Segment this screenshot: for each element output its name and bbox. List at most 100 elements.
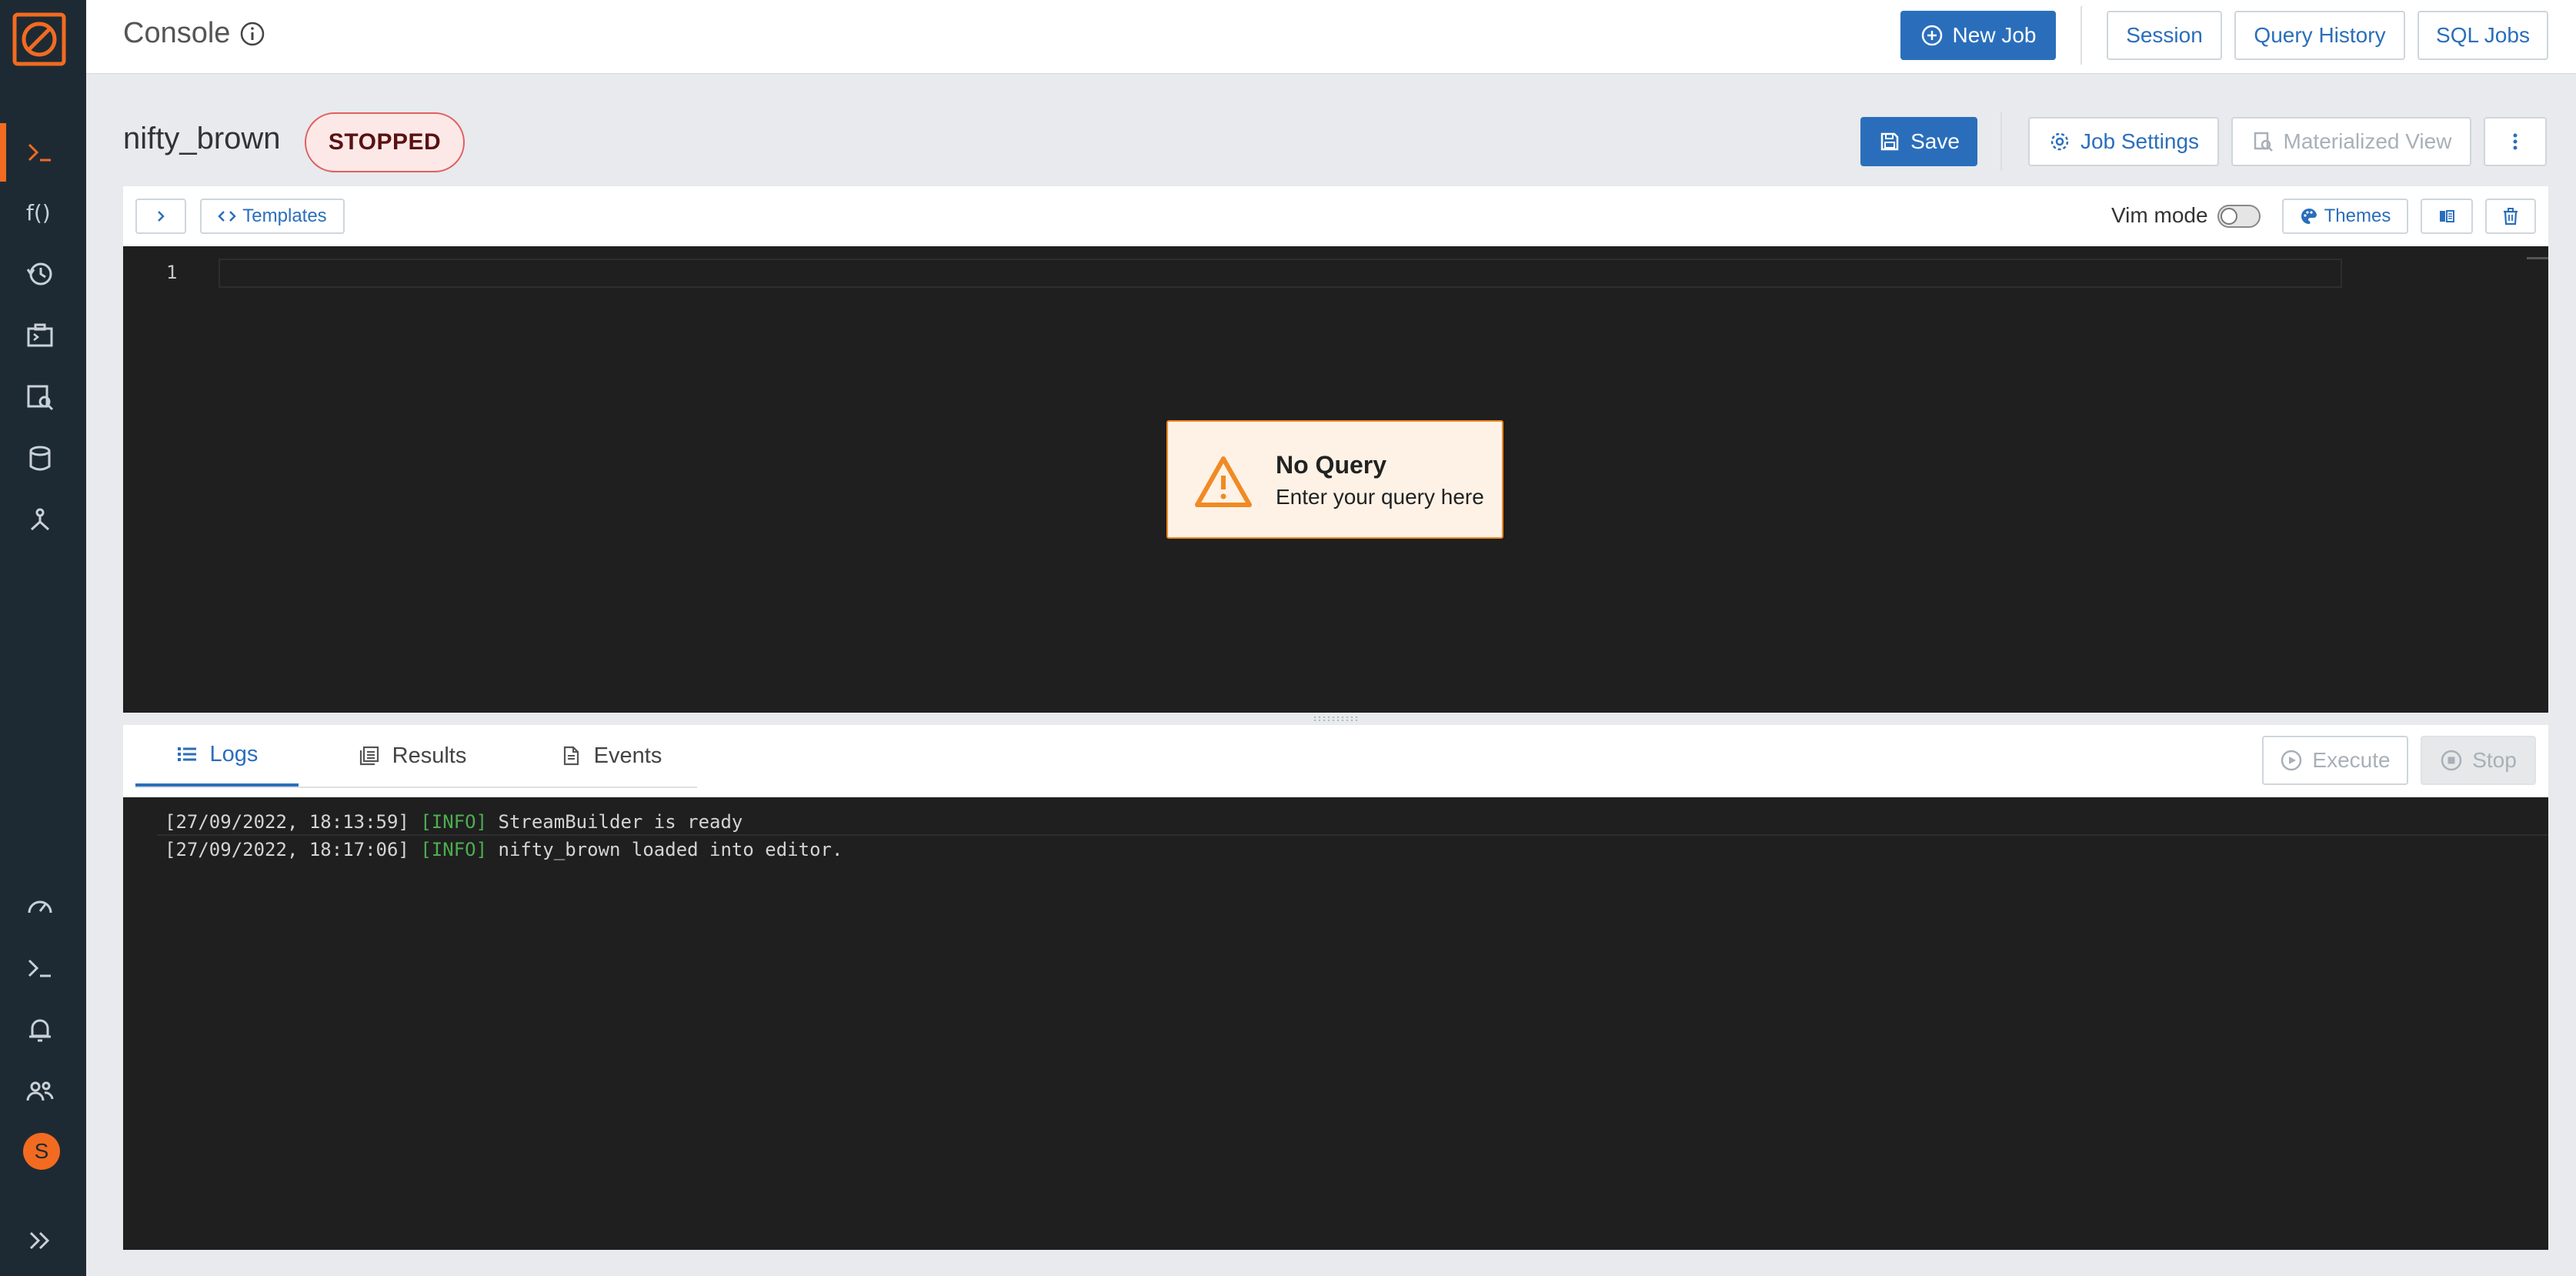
log-line: [27/09/2022, 18:13:59] [INFO] StreamBuil…: [165, 811, 742, 833]
sidebar-item-users[interactable]: [20, 1071, 60, 1111]
expand-icon: [29, 1231, 50, 1250]
log-level: [INFO]: [420, 839, 488, 860]
log-time: [27/09/2022, 18:13:59]: [165, 811, 409, 833]
gear-icon: [2050, 132, 2069, 151]
tab-logs[interactable]: Logs: [135, 725, 299, 787]
materialized-view-button[interactable]: Materialized View: [2231, 117, 2471, 166]
log-message: StreamBuilder is ready: [498, 811, 743, 833]
sidebar-item-functions[interactable]: f(): [20, 192, 60, 232]
stop-circle-icon: [2441, 750, 2462, 771]
list-icon: [177, 747, 196, 761]
sidebar-item-dashboard[interactable]: [20, 887, 60, 927]
log-cursor-line: [157, 834, 2548, 836]
sidebar-active-indicator: [0, 123, 6, 182]
console-icon: [28, 143, 51, 162]
resize-grip-icon: [1313, 716, 1359, 722]
no-query-warning: No Query Enter your query here: [1166, 420, 1503, 539]
line-number: 1: [166, 262, 178, 283]
history-icon: [26, 262, 52, 286]
job-settings-label: Job Settings: [2080, 129, 2200, 153]
tab-results[interactable]: Results: [335, 725, 489, 787]
output-panel-header: Logs Results Events Execute Stop: [123, 725, 2548, 797]
dashboard-icon: [28, 900, 52, 914]
tab-logs-label: Logs: [209, 741, 259, 767]
vim-mode-toggle-knob: [2221, 208, 2237, 225]
sidebar: f() S: [0, 0, 86, 1276]
save-label: Save: [1910, 129, 1960, 153]
toggle-panel-button[interactable]: [135, 199, 186, 234]
warning-title: No Query: [1276, 451, 1387, 479]
page-title: Console: [123, 17, 265, 50]
terminal-icon: [28, 959, 51, 977]
save-icon: [1880, 132, 1899, 151]
sidebar-item-history[interactable]: [20, 254, 60, 294]
more-options-button[interactable]: [2484, 117, 2547, 166]
notifications-icon: [29, 1019, 51, 1042]
split-view-icon: [2440, 210, 2454, 222]
templates-button[interactable]: Templates: [200, 199, 345, 234]
sidebar-item-console[interactable]: [20, 132, 60, 172]
results-icon: [359, 746, 379, 766]
stop-button[interactable]: Stop: [2421, 736, 2536, 785]
brand-logo-icon[interactable]: [12, 12, 66, 66]
execute-label: Execute: [2312, 748, 2391, 772]
current-line-highlight[interactable]: [219, 259, 2342, 288]
warning-icon: [1195, 456, 1252, 507]
log-time: [27/09/2022, 18:17:06]: [165, 839, 409, 860]
kebab-menu-icon: [2513, 133, 2518, 150]
stop-label: Stop: [2472, 748, 2517, 772]
tab-events[interactable]: Events: [534, 725, 688, 787]
session-label: Session: [2126, 23, 2203, 47]
code-icon: [218, 211, 237, 222]
sql-jobs-label: SQL Jobs: [2436, 23, 2530, 47]
sidebar-item-materialized-views[interactable]: [20, 439, 60, 479]
new-job-button[interactable]: New Job: [1900, 11, 2056, 60]
top-bar: Console New Job Session Query History SQ…: [86, 0, 2576, 74]
execute-button[interactable]: Execute: [2262, 736, 2408, 785]
info-icon[interactable]: [239, 21, 265, 47]
header-divider: [2080, 6, 2082, 65]
query-history-button[interactable]: Query History: [2234, 11, 2405, 60]
job-name[interactable]: nifty_brown: [123, 122, 281, 156]
users-icon: [26, 1081, 54, 1101]
split-view-button[interactable]: [2421, 199, 2473, 234]
warning-text: Enter your query here: [1276, 485, 1484, 509]
editor-scrollbar[interactable]: [2527, 257, 2548, 259]
materialized-view-label: Materialized View: [2283, 129, 2452, 153]
tab-results-label: Results: [392, 743, 467, 768]
jobs-icon: [27, 323, 53, 347]
connectors-icon: [30, 508, 50, 531]
user-avatar[interactable]: S: [23, 1133, 60, 1170]
plus-circle-icon: [1921, 25, 1942, 46]
data-search-icon: [27, 385, 54, 411]
editor-toolbar: Templates Vim mode Themes: [123, 186, 2548, 246]
tab-baseline: [135, 787, 697, 788]
session-button[interactable]: Session: [2107, 11, 2222, 60]
job-settings-button[interactable]: Job Settings: [2028, 117, 2219, 166]
tab-events-label: Events: [593, 743, 662, 768]
sql-jobs-button[interactable]: SQL Jobs: [2418, 11, 2548, 60]
sidebar-item-data-search[interactable]: [20, 377, 60, 417]
sql-editor[interactable]: 1 No Query Enter your query here: [123, 246, 2548, 713]
themes-button[interactable]: Themes: [2282, 199, 2408, 234]
sidebar-item-terminal[interactable]: [20, 948, 60, 988]
clear-editor-button[interactable]: [2485, 199, 2536, 234]
resize-handle[interactable]: [123, 713, 2548, 725]
vim-mode-toggle[interactable]: [2217, 205, 2261, 228]
new-job-label: New Job: [1952, 23, 2037, 47]
palette-icon: [2301, 208, 2317, 224]
log-line: [27/09/2022, 18:17:06] [INFO] nifty_brow…: [165, 839, 843, 860]
job-row-divider: [2000, 112, 2002, 171]
log-message: nifty_brown loaded into editor.: [498, 839, 843, 860]
sidebar-expand-button[interactable]: [20, 1221, 60, 1261]
themes-label: Themes: [2324, 205, 2391, 226]
trash-icon: [2504, 208, 2518, 225]
save-button[interactable]: Save: [1860, 117, 1977, 166]
log-level: [INFO]: [420, 811, 488, 833]
logs-output[interactable]: [27/09/2022, 18:13:59] [INFO] StreamBuil…: [123, 797, 2548, 1250]
document-icon: [563, 746, 579, 766]
job-status-badge: STOPPED: [305, 112, 465, 172]
sidebar-item-notifications[interactable]: [20, 1010, 60, 1050]
sidebar-item-jobs[interactable]: [20, 316, 60, 356]
sidebar-item-connectors[interactable]: [20, 500, 60, 540]
